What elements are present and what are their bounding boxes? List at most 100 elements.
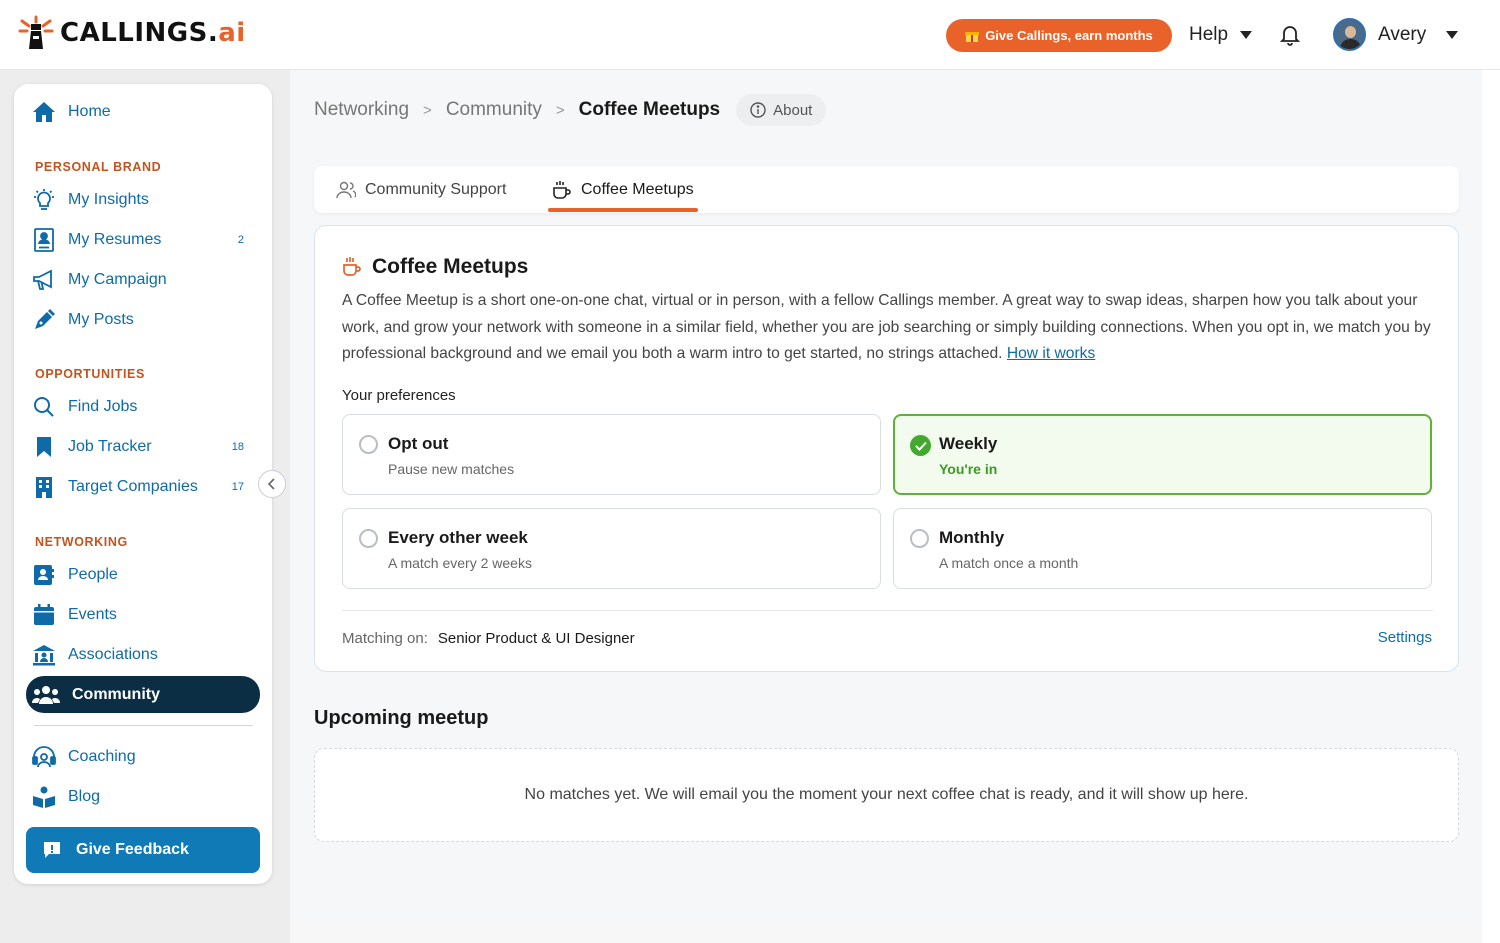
sidebar-item-label: Home [68,103,111,120]
radio-unchecked-icon[interactable] [359,435,378,454]
sidebar-item-label: Find Jobs [68,398,138,415]
sidebar-item-label: Blog [68,788,101,805]
option-title: Every other week [388,528,528,547]
description-text: A Coffee Meetup is a short one-on-one ch… [342,292,1431,362]
reader-icon [32,785,56,809]
sidebar-item-label: Coaching [68,748,136,765]
logo-wordmark: CALLINGS.ai [60,18,246,48]
search-icon [32,395,56,419]
user-menu[interactable]: Avery [1333,18,1459,51]
sidebar-item-label: My Posts [68,311,134,328]
settings-link[interactable]: Settings [1378,629,1432,646]
target-companies-count-badge: 17 [231,481,244,493]
how-it-works-link[interactable]: How it works [1007,345,1095,362]
sidebar-item-people[interactable]: People [32,560,258,590]
sidebar-item-associations[interactable]: Associations [32,640,258,670]
coffee-meetups-card: Coffee Meetups A Coffee Meetup is a shor… [314,225,1459,672]
breadcrumb-networking[interactable]: Networking [314,99,409,121]
pen-icon [32,308,56,332]
sidebar-item-label: Events [68,606,117,623]
sidebar-item-target-companies[interactable]: Target Companies 17 [32,472,258,502]
sidebar-item-label: Target Companies [68,478,198,495]
coffee-cup-icon [343,257,361,276]
bookmark-icon [32,435,56,459]
avatar [1333,18,1366,51]
give-feedback-button[interactable]: Give Feedback [26,827,260,873]
sidebar-item-my-resumes[interactable]: My Resumes 2 [32,225,258,255]
sidebar-item-find-jobs[interactable]: Find Jobs [32,392,258,422]
give-callings-label: Give Callings, earn months [985,28,1153,43]
sidebar-item-blog[interactable]: Blog [32,782,258,812]
page-title: Coffee Meetups [578,99,721,120]
resume-count-badge: 2 [237,234,244,246]
contact-card-icon [32,563,56,587]
card-title: Coffee Meetups [342,255,528,279]
tab-coffee-meetups[interactable]: Coffee Meetups [552,166,694,213]
feedback-icon [44,842,60,858]
chevron-down-icon [1446,30,1459,39]
callings-logo[interactable]: CALLINGS.ai [18,15,246,51]
option-title: Monthly [939,528,1005,547]
sidebar-item-my-campaign[interactable]: My Campaign [32,265,258,295]
check-circle-icon[interactable] [910,435,931,456]
breadcrumb-community[interactable]: Community [446,99,542,121]
sidebar-item-label: My Insights [68,191,149,208]
job-tracker-count-badge: 18 [231,441,244,453]
chevron-down-icon [1240,31,1253,39]
help-menu[interactable]: Help [1189,24,1253,46]
sidebar-item-job-tracker[interactable]: Job Tracker 18 [32,432,258,462]
breadcrumb-separator-icon: > [423,101,432,119]
sidebar-item-home[interactable]: Home [32,97,258,127]
megaphone-icon [32,268,56,292]
card-divider [342,610,1433,611]
collapse-sidebar-button[interactable] [258,470,286,498]
calendar-icon [32,603,56,627]
option-every-other-week[interactable]: Every other week A match every 2 weeks [342,508,881,589]
lightbulb-icon [32,188,56,212]
sidebar-item-community[interactable]: Community [26,676,260,713]
radio-unchecked-icon[interactable] [359,529,378,548]
matching-label: Matching on: [342,630,428,647]
home-icon [32,100,56,124]
upcoming-empty-state: No matches yet. We will email you the mo… [314,748,1459,842]
section-personal-brand: PERSONAL BRAND [35,160,162,174]
user-name: Avery [1378,23,1427,45]
option-title: Opt out [388,434,449,453]
help-label: Help [1189,24,1229,45]
lighthouse-logo-icon [18,15,54,49]
info-icon [750,102,766,118]
option-subtitle: Pause new matches [388,461,515,477]
breadcrumb: Networking > Community > Coffee Meetups … [314,94,827,126]
sidebar-item-label: My Campaign [68,271,167,288]
section-networking: NETWORKING [35,535,128,549]
sidebar-divider [34,725,253,726]
top-bar: CALLINGS.ai Give Callings, earn months H… [0,0,1500,70]
tab-label: Coffee Meetups [581,180,694,198]
give-callings-button[interactable]: Give Callings, earn months [946,19,1172,52]
sidebar-item-events[interactable]: Events [32,600,258,630]
sidebar-item-coaching[interactable]: Coaching [32,742,258,772]
option-subtitle: A match once a month [939,555,1079,571]
active-tab-indicator [548,208,698,212]
option-monthly[interactable]: Monthly A match once a month [893,508,1432,589]
sidebar-item-my-insights[interactable]: My Insights [32,185,258,215]
coaching-icon [32,745,56,769]
matching-value: Senior Product & UI Designer [437,630,635,647]
tab-community-support[interactable]: Community Support [336,166,506,213]
option-weekly[interactable]: Weekly You're in [893,414,1432,495]
coffee-cup-icon [553,180,571,199]
notifications-bell-icon[interactable] [1279,24,1301,51]
matching-on: Matching on: Senior Product & UI Designer [342,630,635,647]
community-support-icon [336,181,356,198]
option-title: Weekly [939,434,998,453]
about-button[interactable]: About [736,94,827,126]
breadcrumb-separator-icon: > [555,101,565,119]
option-opt-out[interactable]: Opt out Pause new matches [342,414,881,495]
tab-label: Community Support [365,180,507,198]
radio-unchecked-icon[interactable] [910,529,929,548]
scrollbar-track[interactable] [1482,70,1500,943]
sidebar-item-label: Community [72,685,160,703]
sidebar-item-my-posts[interactable]: My Posts [32,305,258,335]
group-icon [32,683,60,707]
give-feedback-label: Give Feedback [76,841,189,858]
